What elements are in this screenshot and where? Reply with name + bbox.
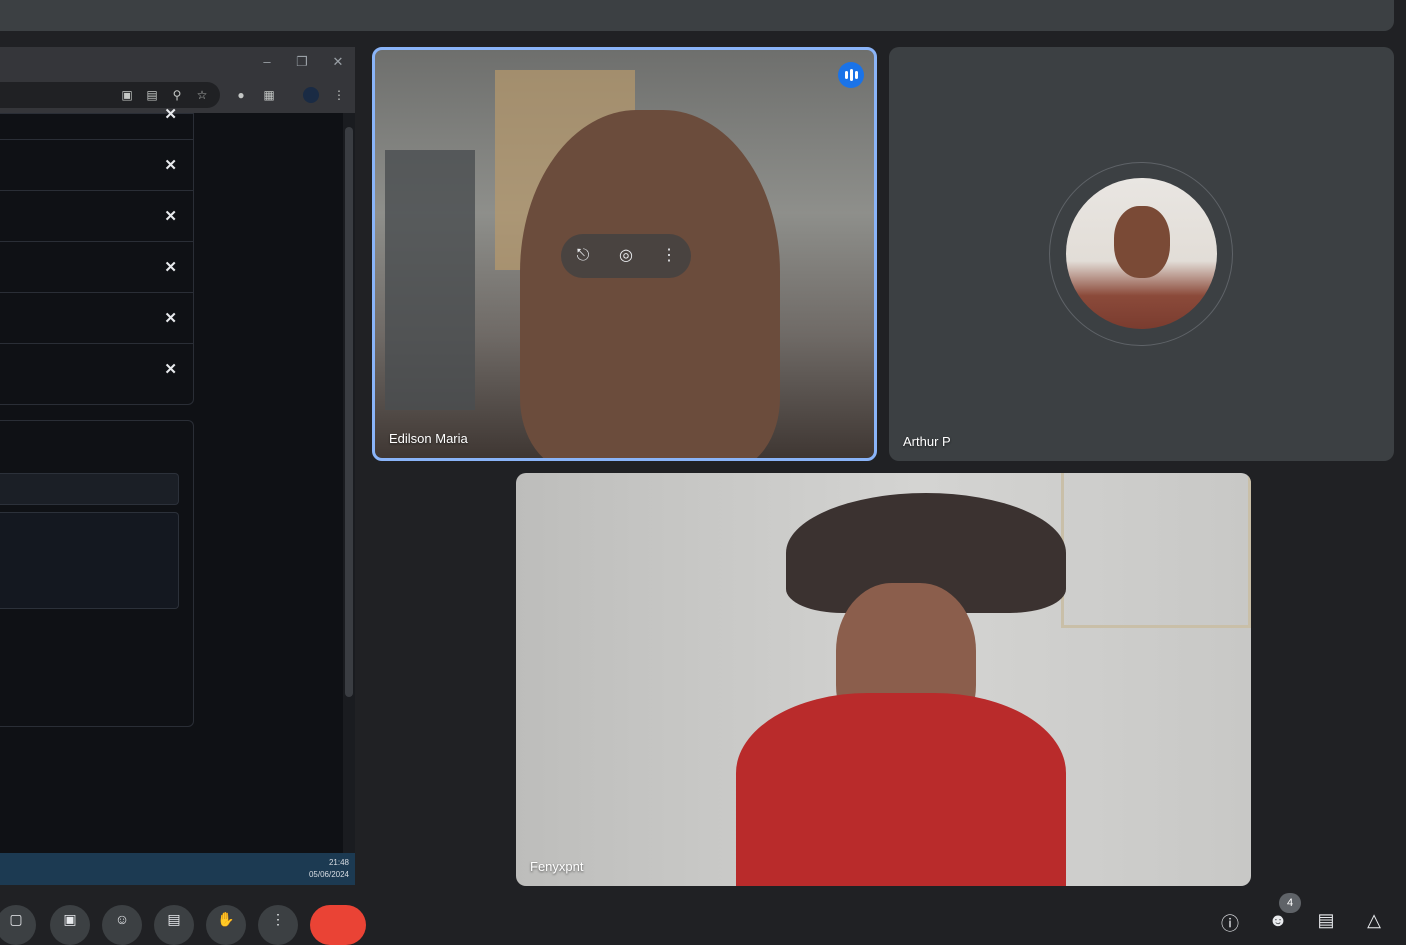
list-item: ✕ [0, 139, 193, 191]
remove-icon[interactable]: ✕ [164, 360, 177, 378]
background-frame [1061, 473, 1251, 628]
participant-tile-fenyxpnt[interactable]: Fenyxpnt [516, 473, 1251, 886]
raise-hand-button[interactable]: ✋ [206, 905, 246, 945]
list-item: ✕ [0, 343, 193, 394]
remove-icon[interactable]: ✕ [164, 207, 177, 225]
remove-icon[interactable]: ✕ [164, 105, 177, 123]
restore-icon[interactable]: ❐ [293, 53, 311, 71]
mic-icon[interactable]: ◎ [616, 246, 636, 266]
list-item: ✕ [0, 88, 193, 140]
os-taskbar: 21:48 05/06/2024 [0, 853, 355, 885]
avatar [1066, 178, 1217, 329]
extension-avatar-icon[interactable]: ● [233, 87, 249, 103]
pirate-coat [736, 693, 1066, 886]
extensions-puzzle-icon[interactable]: ▦ [261, 87, 277, 103]
participant-name: Fenyxpnt [530, 859, 584, 874]
camera-icon: ▣ [63, 911, 77, 927]
chat-icon[interactable]: ▤ [1314, 910, 1338, 934]
present-icon: ▤ [167, 911, 181, 927]
captions-icon: ▢ [9, 911, 23, 927]
bookmark-star-icon[interactable]: ☆ [194, 87, 210, 103]
activities-icon[interactable]: △ [1362, 910, 1386, 934]
avatar-face [1114, 206, 1170, 278]
participant-name: Arthur P [903, 434, 951, 449]
clock-date: 05/06/2024 [308, 870, 349, 879]
browser-menu-icon[interactable]: ⋮ [331, 87, 347, 103]
emoji-button[interactable]: ☺ [102, 905, 142, 945]
minimize-icon[interactable]: – [258, 53, 276, 71]
captions-button[interactable]: ▢ [0, 905, 36, 945]
taskbar-clock: 21:48 05/06/2024 [309, 857, 349, 881]
list-item: ✕ [0, 241, 193, 293]
list-item: ✕ [0, 190, 193, 242]
scrollbar-thumb[interactable] [345, 127, 353, 697]
people-icon[interactable]: ☻ [1266, 910, 1290, 934]
list-item: ✕ [0, 292, 193, 344]
pin-icon[interactable]: ⎋ [573, 246, 593, 266]
shared-screen: – ❐ ✕ ▣ ▤ ⚲ ☆ ● ▦ ⋮ ✕ ✕ ✕ ✕ ✕ ✕ 21:48 05… [0, 47, 355, 885]
participant-tile-edilson[interactable]: ⎋ ◎ ⋮ Edilson Maria [372, 47, 877, 461]
item-list: ✕ ✕ ✕ ✕ ✕ ✕ [0, 106, 194, 405]
leave-call-button[interactable] [310, 905, 366, 945]
people-count-badge: 4 [1279, 893, 1301, 913]
tile-hover-controls: ⎋ ◎ ⋮ [561, 234, 691, 278]
raise-hand-icon: ✋ [217, 911, 235, 927]
audio-level-icon [838, 62, 864, 88]
remove-icon[interactable]: ✕ [164, 258, 177, 276]
textarea[interactable] [0, 512, 179, 609]
top-bar [0, 0, 1394, 31]
profile-avatar-icon[interactable] [303, 87, 319, 103]
present-button[interactable]: ▤ [154, 905, 194, 945]
info-icon[interactable]: ⓘ [1218, 910, 1242, 934]
camera-button[interactable]: ▣ [50, 905, 90, 945]
background-fridge [385, 150, 475, 410]
remove-icon[interactable]: ✕ [164, 156, 177, 174]
text-input[interactable] [0, 473, 179, 505]
participant-video [520, 110, 780, 458]
clock-time: 21:48 [328, 858, 349, 867]
remove-icon[interactable]: ✕ [164, 309, 177, 327]
window-close-icon[interactable]: ✕ [329, 53, 347, 71]
participant-tile-arthur[interactable]: Arthur P [889, 47, 1394, 461]
more-vert-icon[interactable]: ⋮ [659, 246, 679, 266]
more-options-button[interactable]: ⋮ [258, 905, 298, 945]
more-vert-icon: ⋮ [271, 911, 285, 927]
participant-name: Edilson Maria [389, 431, 468, 446]
browser-title-bar: – ❐ ✕ [0, 47, 355, 77]
emoji-icon: ☺ [114, 911, 130, 927]
